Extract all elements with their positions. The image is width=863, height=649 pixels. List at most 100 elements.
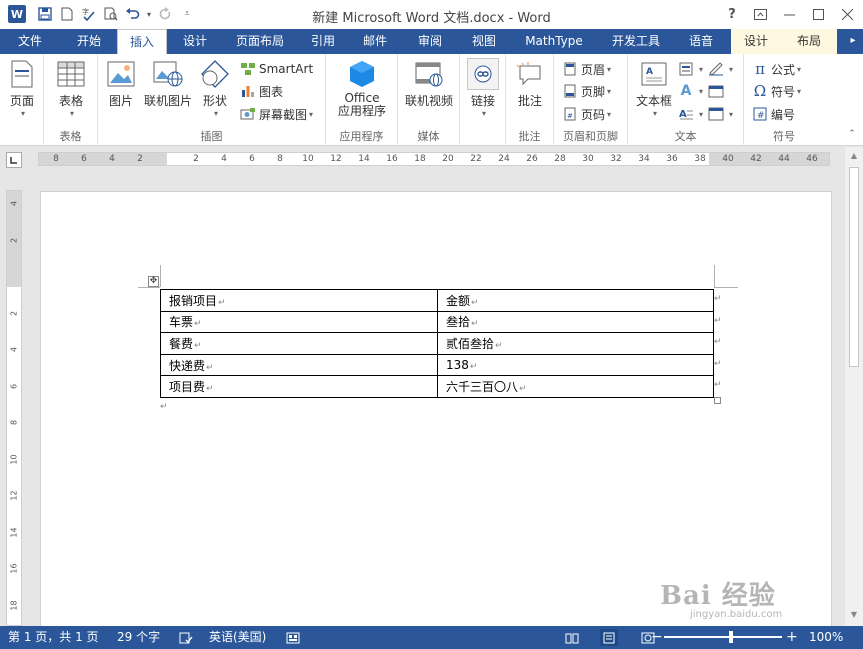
date-time-button[interactable] xyxy=(708,81,727,101)
collapse-ribbon-icon[interactable]: ⌃ xyxy=(845,127,859,141)
online-video-button[interactable]: 联机视频 xyxy=(404,58,454,109)
zoom-slider[interactable] xyxy=(664,636,782,638)
print-layout-icon[interactable] xyxy=(600,629,618,646)
tab-developer[interactable]: 开发工具 xyxy=(599,29,673,54)
table-cell[interactable]: 车票↵ xyxy=(160,310,438,334)
table-cell[interactable]: 项目费↵ xyxy=(160,375,438,398)
table-cell[interactable]: 金额↵ xyxy=(437,289,714,312)
table-cell[interactable]: 138↵ xyxy=(437,353,714,377)
maximize-icon[interactable] xyxy=(804,3,832,25)
smartart-button[interactable]: SmartArt xyxy=(240,59,313,79)
margin-mark-right-h xyxy=(714,287,738,288)
spelling-icon[interactable]: 字 xyxy=(78,4,100,24)
tab-view[interactable]: 视图 xyxy=(459,29,509,54)
minimize-icon[interactable] xyxy=(775,3,803,25)
quick-parts-button[interactable]: ▾ xyxy=(678,59,703,79)
signature-line-button[interactable]: ▾ xyxy=(708,59,733,79)
dropcap-button[interactable]: A ▾ xyxy=(678,104,703,124)
zoom-level[interactable]: 100% xyxy=(809,629,843,646)
scroll-thumb[interactable] xyxy=(849,167,859,367)
print-preview-icon[interactable] xyxy=(100,4,122,24)
picture-button[interactable]: 图片 xyxy=(104,58,138,109)
redo-icon[interactable] xyxy=(154,4,176,24)
table-resize-handle[interactable] xyxy=(714,397,721,404)
undo-icon[interactable] xyxy=(122,4,144,24)
scroll-down-arrow-icon[interactable]: ▼ xyxy=(848,610,860,622)
page-count-status[interactable]: 第 1 页，共 1 页 xyxy=(8,629,99,646)
zoom-slider-thumb[interactable] xyxy=(729,631,734,643)
table-row[interactable]: 项目费↵ 六千三百〇八↵ xyxy=(160,375,714,398)
table-cell[interactable]: 叁拾↵ xyxy=(437,310,714,334)
ruler-tick-label: 4 xyxy=(109,154,115,164)
ribbon-display-options-icon[interactable] xyxy=(746,3,774,25)
new-document-icon[interactable] xyxy=(56,4,78,24)
tab-table-design[interactable]: 设计 xyxy=(731,29,781,54)
vertical-scrollbar[interactable]: ▲ ▼ xyxy=(845,147,863,626)
table-cell[interactable]: 贰佰叁拾↵ xyxy=(437,332,714,355)
tab-page-layout[interactable]: 页面布局 xyxy=(223,29,297,54)
header-button[interactable]: 页眉 ▾ xyxy=(562,59,611,79)
symbol-button[interactable]: Ω 符号 ▾ xyxy=(752,81,801,101)
tab-design[interactable]: 设计 xyxy=(167,29,223,54)
shapes-button[interactable]: 形状 ▾ xyxy=(198,58,232,118)
table-cell[interactable]: 报销项目↵ xyxy=(160,289,438,312)
zoom-in-button[interactable]: + xyxy=(786,629,798,646)
tab-review[interactable]: 审阅 xyxy=(401,29,459,54)
close-icon[interactable] xyxy=(833,3,861,25)
table-button[interactable]: 表格 ▾ xyxy=(54,58,88,118)
tab-table-layout[interactable]: 布局 xyxy=(781,29,837,54)
links-button[interactable]: 链接 ▾ xyxy=(466,58,500,118)
table-row[interactable]: 快递费↵ 138↵ xyxy=(160,353,714,377)
table-row[interactable]: 餐费↵ 贰佰叁拾↵ xyxy=(160,332,714,355)
office-apps-button[interactable]: Office 应用程序 xyxy=(332,58,392,118)
word-count-status[interactable]: 29 个字 xyxy=(117,629,160,646)
omega-icon: Ω xyxy=(753,82,767,100)
vertical-ruler[interactable]: 4 2 2 4 6 8 10 12 14 16 18 xyxy=(6,190,22,626)
table-row[interactable]: 车票↵ 叁拾↵ xyxy=(160,310,714,334)
ruler-tick-label: 4 xyxy=(221,154,227,164)
tab-references[interactable]: 引用 xyxy=(297,29,349,54)
table-cell[interactable]: 快递费↵ xyxy=(160,353,438,377)
expense-table[interactable]: 报销项目↵ 金额↵ 车票↵ 叁拾↵ 餐费↵ 贰佰叁拾↵ 快递费↵ 138↵ 项目费↵ 六千三百〇八… xyxy=(160,289,714,398)
help-button[interactable]: ? xyxy=(718,3,746,25)
object-button[interactable]: ▾ xyxy=(708,104,733,124)
tab-mathtype[interactable]: MathType xyxy=(509,29,599,54)
table-row[interactable]: 报销项目↵ 金额↵ xyxy=(160,289,714,312)
language-status[interactable]: 英语(美国) xyxy=(209,629,266,646)
numbering-button[interactable]: # 编号 xyxy=(752,104,795,124)
page-number-button[interactable]: # 页码 ▾ xyxy=(562,104,611,124)
customize-qat-icon[interactable]: ⩡ xyxy=(176,4,198,24)
link-icon xyxy=(467,58,499,90)
tab-insert[interactable]: 插入 xyxy=(117,29,167,55)
textbox-button[interactable]: A 文本框 ▾ xyxy=(632,58,676,118)
table-move-handle-icon[interactable]: ✥ xyxy=(148,276,159,287)
horizontal-ruler[interactable]: 8 6 4 2 2 4 6 8 10 12 14 16 18 20 22 24 26 28 30 32 34 36 38 40… xyxy=(38,152,830,166)
tab-voice[interactable]: 语音 xyxy=(673,29,729,54)
ruler-tick-label: 40 xyxy=(722,154,734,164)
pages-button[interactable]: 页面 ▾ xyxy=(6,58,38,118)
table-cell[interactable]: 六千三百〇八↵ xyxy=(437,375,714,398)
proofing-icon[interactable] xyxy=(177,629,195,646)
comment-button[interactable]: 批注 xyxy=(513,58,547,109)
undo-dropdown-icon[interactable]: ▾ xyxy=(144,4,154,24)
tab-home[interactable]: 开始 xyxy=(61,29,117,54)
macro-recording-icon[interactable] xyxy=(284,629,302,646)
zoom-out-button[interactable]: − xyxy=(651,629,663,646)
read-mode-icon[interactable] xyxy=(563,629,581,646)
tab-mailings[interactable]: 邮件 xyxy=(349,29,401,54)
tab-selector-button[interactable] xyxy=(6,152,22,168)
online-picture-button[interactable]: 联机图片 xyxy=(142,58,194,109)
tab-file[interactable]: 文件 xyxy=(0,29,60,54)
scroll-up-arrow-icon[interactable]: ▲ xyxy=(848,151,860,163)
word-app-icon[interactable]: W xyxy=(8,5,26,23)
chart-button[interactable]: 图表 xyxy=(240,81,283,101)
document-page[interactable]: ✥ 报销项目↵ 金额↵ 车票↵ 叁拾↵ 餐费↵ 贰佰叁拾↵ 快递费↵ 138↵ 项目费↵ 六千三百… xyxy=(40,191,832,631)
save-icon[interactable] xyxy=(34,4,56,24)
footer-button[interactable]: 页脚 ▾ xyxy=(562,81,611,101)
equation-button[interactable]: π 公式 ▾ xyxy=(752,59,801,79)
table-cell[interactable]: 餐费↵ xyxy=(160,332,438,355)
wordart-button[interactable]: A ▾ xyxy=(678,81,703,101)
ribbon-scroll-right-icon[interactable]: ▸ xyxy=(843,29,863,54)
cell-text: 金额 xyxy=(446,293,471,308)
screenshot-button[interactable]: 屏幕截图 ▾ xyxy=(240,104,313,124)
